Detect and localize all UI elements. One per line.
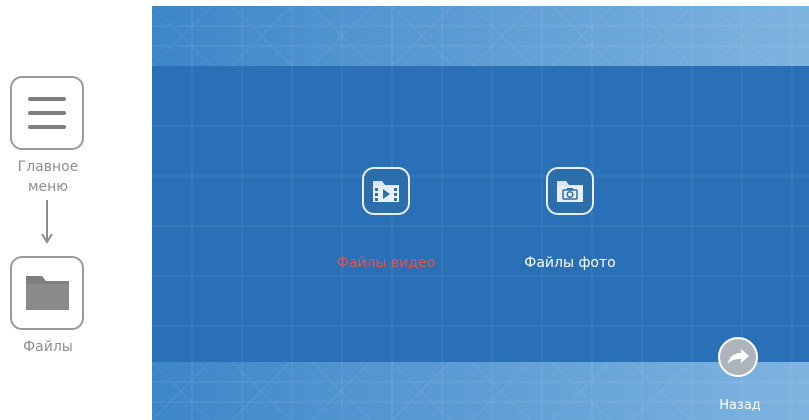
arrow-down-icon: [41, 200, 53, 244]
photo-files-button[interactable]: [546, 167, 594, 215]
page-root: Главное меню Файлы Файлы видео Файлы фот…: [0, 0, 809, 420]
video-folder-icon: [373, 181, 399, 202]
back-label[interactable]: Назад: [708, 398, 772, 414]
forward-arrow-icon: [728, 349, 749, 364]
main-area: [152, 66, 809, 362]
instruction-guide: Главное меню Файлы: [0, 0, 150, 420]
folder-icon: [26, 276, 69, 310]
photo-folder-icon: [557, 181, 583, 202]
main-menu-guide-icon: [10, 76, 84, 150]
video-files-label[interactable]: Файлы видео: [316, 254, 456, 272]
video-files-button[interactable]: [362, 167, 410, 215]
photo-files-label[interactable]: Файлы фото: [500, 254, 640, 272]
back-button[interactable]: [718, 337, 758, 377]
device-screen: Файлы видео Файлы фото Назад: [152, 6, 809, 420]
files-guide-label: Файлы: [23, 339, 73, 355]
main-menu-guide-label: Главное меню: [17, 159, 79, 195]
files-guide-icon: [10, 256, 84, 330]
top-band: [152, 6, 809, 66]
